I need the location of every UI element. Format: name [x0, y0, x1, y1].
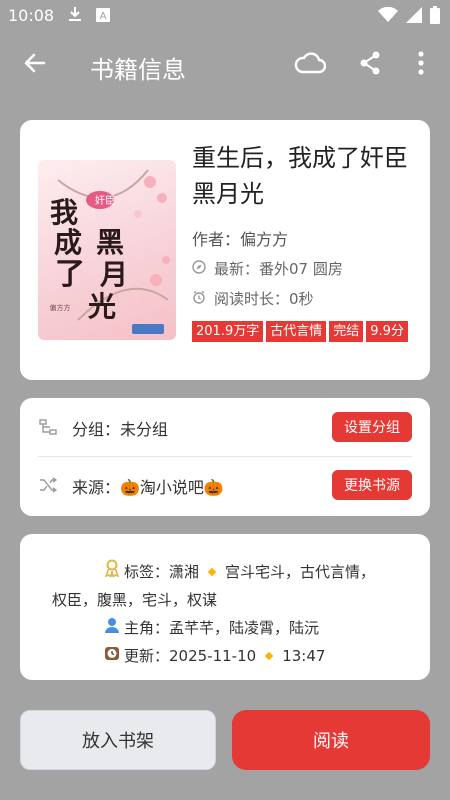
cover-char-6: 光 [87, 290, 116, 323]
cover-char-4: 黑 [96, 226, 124, 259]
change-source-button[interactable]: 更换书源 [332, 470, 412, 500]
cloud-icon [294, 52, 327, 78]
app-bar: 书籍信息 [0, 32, 450, 98]
roles-line: 主角：孟芊芊，陆凌霄，陆沅 [52, 614, 402, 642]
compass-icon [192, 259, 206, 278]
status-time: 10:08 [8, 6, 55, 25]
book-summary-card: 奸 臣 我 成 了 黑 月 光 偏方方 重生后，我成了奸臣黑月光 作者：偏方方 … [20, 120, 430, 380]
details-block: 标签：潇湘 宫斗宅斗，古代言情， 权臣，腹黑，宅斗，权谋 主角：孟芊芊，陆凌霄，… [52, 558, 402, 670]
tag-score: 9.9分 [366, 321, 408, 342]
back-arrow-icon [23, 51, 47, 79]
share-button[interactable] [356, 50, 384, 80]
tag-word-count: 201.9万字 [192, 321, 264, 342]
set-group-button[interactable]: 设置分组 [332, 412, 412, 442]
a-badge-icon: A [96, 7, 110, 26]
cover-char-1: 我 [50, 196, 78, 229]
roles-text: 主角：孟芊芊，陆凌霄，陆沅 [124, 619, 320, 637]
group-source-card: 分组：未分组 设置分组 来源：🎃淘小说吧🎃 更换书源 [20, 398, 430, 516]
tag-status: 完结 [329, 321, 364, 342]
read-time: 阅读时长：0秒 [192, 288, 314, 309]
latest-chapter[interactable]: 最新：番外07 圆房 [192, 258, 343, 279]
back-button[interactable] [20, 50, 50, 80]
book-tags: 201.9万字 古代言情 完结 9.9分 [192, 320, 414, 342]
download-icon [68, 6, 82, 26]
bottom-actions: 放入书架 阅读 [0, 698, 450, 800]
wifi-icon [378, 6, 398, 27]
person-icon [104, 614, 120, 642]
read-button[interactable]: 阅读 [232, 710, 430, 770]
status-left-icons: A [68, 6, 110, 26]
update-date: 更新：2025-11-10 [124, 647, 257, 665]
share-icon [359, 51, 381, 79]
page-title: 书籍信息 [90, 56, 186, 84]
battery-icon [430, 6, 440, 28]
cover-char-5: 月 [99, 258, 128, 291]
tags-line-2: 权臣，腹黑，宅斗，权谋 [52, 586, 402, 614]
update-time: 13:47 [282, 647, 326, 665]
signal-icon [406, 7, 422, 27]
ribbon-icon [104, 558, 120, 586]
tags-label: 标签：潇湘 [124, 563, 200, 581]
book-author: 作者：偏方方 [192, 230, 289, 249]
diamond-separator [207, 567, 217, 577]
tags-line-2-text: 权臣，腹黑，宅斗，权谋 [52, 591, 218, 609]
cover-small-char-2: 臣 [105, 195, 115, 207]
more-button[interactable] [410, 50, 432, 80]
group-row: 分组：未分组 设置分组 [20, 398, 430, 456]
tags-rest: 宫斗宅斗，古代言情， [225, 563, 376, 581]
add-to-shelf-button[interactable]: 放入书架 [20, 710, 216, 770]
update-line: 更新：2025-11-10 13:47 [52, 642, 402, 670]
cover-small-char-1: 奸 [95, 195, 105, 207]
status-bar: 10:08 A [0, 0, 450, 32]
shuffle-icon [38, 475, 58, 495]
tags-line: 标签：潇湘 宫斗宅斗，古代言情， [52, 558, 402, 586]
source-label: 来源：🎃淘小说吧🎃 [72, 478, 224, 497]
group-icon [38, 417, 58, 437]
cloud-button[interactable] [294, 50, 327, 80]
svg-text:A: A [100, 11, 107, 22]
read-time-text: 阅读时长：0秒 [214, 290, 314, 308]
cover-char-3: 了 [55, 257, 85, 292]
diamond-separator-2 [264, 651, 274, 661]
source-row: 来源：🎃淘小说吧🎃 更换书源 [20, 456, 430, 514]
latest-chapter-text: 最新：番外07 圆房 [214, 260, 343, 278]
details-card: 标签：潇湘 宫斗宅斗，古代言情， 权臣，腹黑，宅斗，权谋 主角：孟芊芊，陆凌霄，… [20, 534, 430, 680]
cover-author-mark: 偏方方 [50, 303, 71, 312]
mantel-clock-icon [104, 642, 120, 670]
cover-char-2: 成 [54, 226, 82, 259]
more-vert-icon [418, 51, 424, 79]
book-cover[interactable]: 奸 臣 我 成 了 黑 月 光 偏方方 [38, 160, 176, 340]
tag-genre: 古代言情 [266, 321, 327, 342]
alarm-clock-icon [192, 290, 206, 308]
status-right-icons [378, 6, 440, 28]
group-label: 分组：未分组 [72, 420, 169, 439]
book-title: 重生后，我成了奸臣黑月光 [192, 144, 408, 208]
